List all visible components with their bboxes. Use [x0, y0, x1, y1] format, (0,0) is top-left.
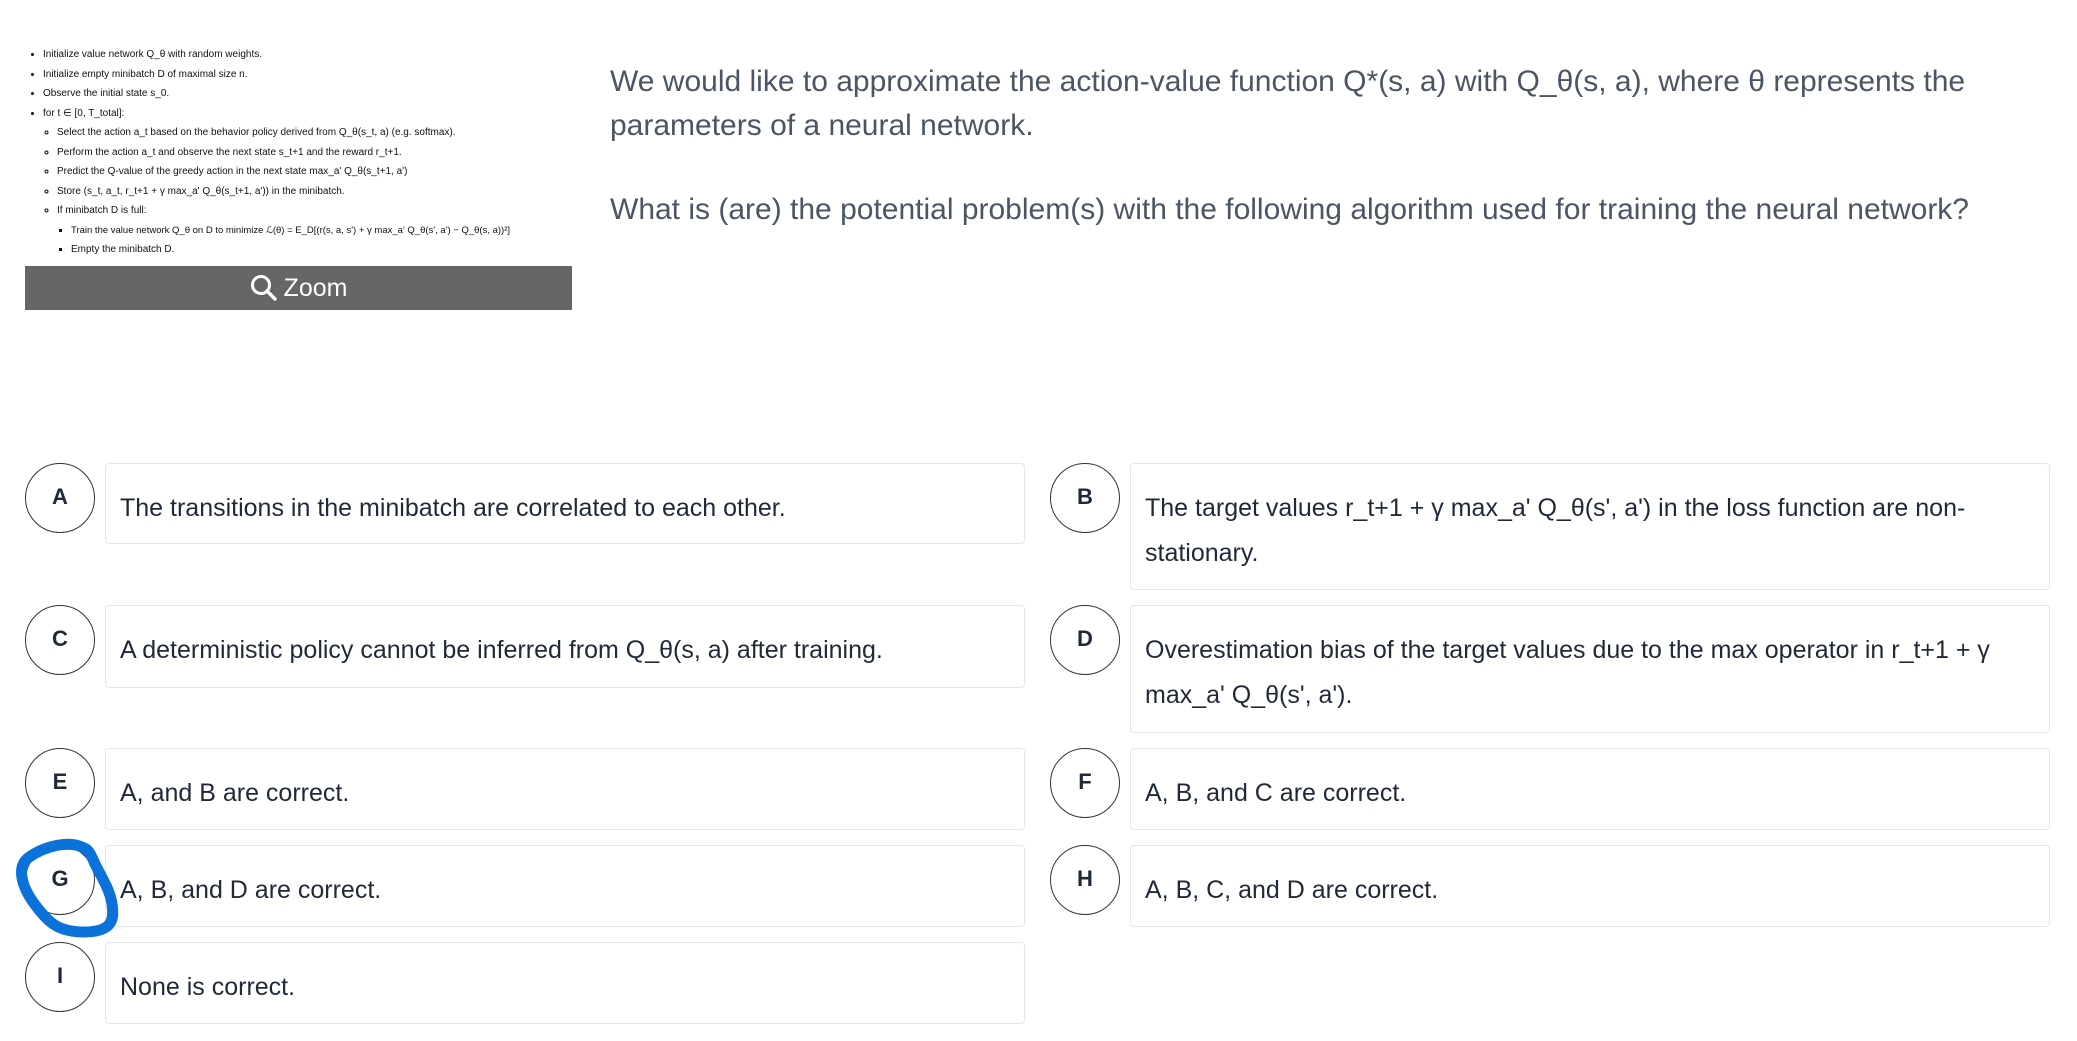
algo-step: Train the value network Q_θ on D to mini… — [71, 221, 572, 241]
option-text[interactable]: A, B, and D are correct. — [105, 845, 1025, 927]
algo-step: for t ∈ [0, T_total]: — [43, 107, 125, 119]
option-letter[interactable]: G — [25, 845, 95, 915]
option-text[interactable]: Overestimation bias of the target values… — [1130, 605, 2050, 733]
algo-step: Perform the action a_t and observe the n… — [57, 143, 572, 163]
option-letter[interactable]: B — [1050, 463, 1120, 533]
option-letter[interactable]: I — [25, 942, 95, 1012]
algo-step: Initialize empty minibatch D of maximal … — [43, 65, 572, 85]
option-text[interactable]: The transitions in the minibatch are cor… — [105, 463, 1025, 544]
search-icon — [250, 275, 277, 301]
option-text[interactable]: A, B, and C are correct. — [1130, 748, 2050, 830]
algo-step: Predict the Q-value of the greedy action… — [57, 162, 572, 182]
algo-step: Store (s_t, a_t, r_t+1 + γ max_a' Q_θ(s_… — [57, 182, 572, 202]
option-text[interactable]: None is correct. — [105, 942, 1025, 1024]
option-text[interactable]: A, and B are correct. — [105, 748, 1025, 830]
option-letter[interactable]: C — [25, 605, 95, 675]
option-text[interactable]: The target values r_t+1 + γ max_a' Q_θ(s… — [1130, 463, 2050, 590]
question: We would like to approximate the action-… — [610, 60, 2050, 272]
algo-step: Select the action a_t based on the behav… — [57, 123, 572, 143]
option-letter[interactable]: D — [1050, 605, 1120, 675]
zoom-label: Zoom — [283, 273, 348, 302]
option-text[interactable]: A, B, C, and D are correct. — [1130, 845, 2050, 927]
algo-step: Initialize value network Q_θ with random… — [43, 45, 572, 65]
algorithm-image: Initialize value network Q_θ with random… — [25, 45, 572, 310]
algo-step: Observe the initial state s_0. — [43, 84, 572, 104]
option-letter[interactable]: F — [1050, 748, 1120, 818]
question-prompt: What is (are) the potential problem(s) w… — [610, 193, 1969, 226]
algo-step: If minibatch D is full: — [57, 205, 147, 216]
question-intro: We would like to approximate the action-… — [610, 65, 1966, 142]
algo-step: Empty the minibatch D. — [71, 240, 572, 260]
option-text[interactable]: A deterministic policy cannot be inferre… — [105, 605, 1025, 688]
option-letter[interactable]: H — [1050, 845, 1120, 915]
option-letter[interactable]: E — [25, 748, 95, 818]
option-letter[interactable]: A — [25, 463, 95, 533]
zoom-button[interactable]: Zoom — [25, 266, 572, 310]
